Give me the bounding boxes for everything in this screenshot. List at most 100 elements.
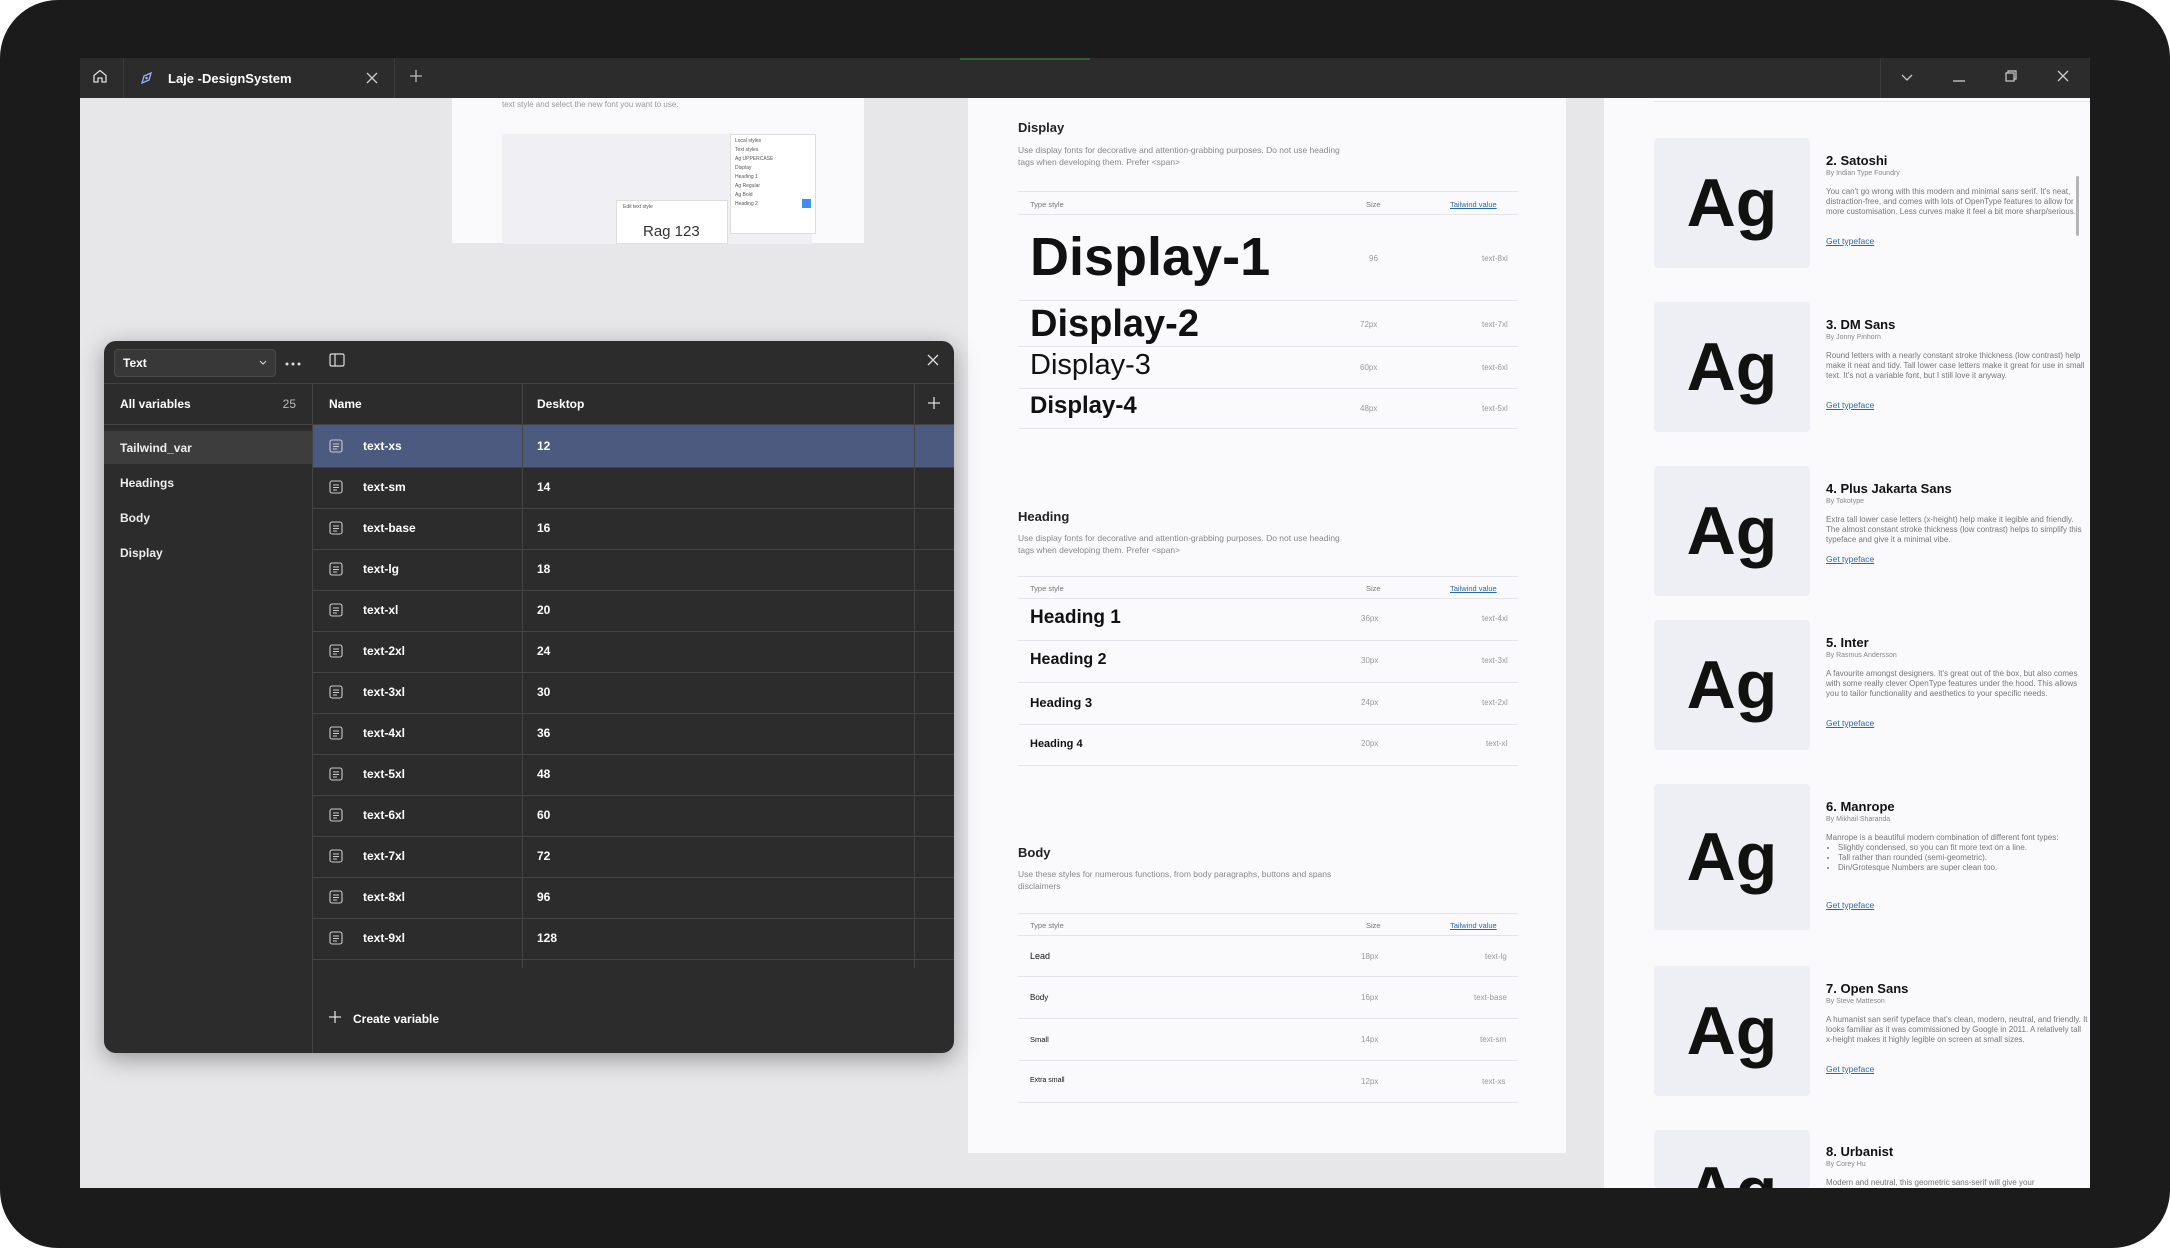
variable-name[interactable]: text-9xl <box>363 931 405 945</box>
font-author: By Steve Matteson <box>1826 998 1885 1005</box>
vertical-scrollbar[interactable] <box>2076 176 2079 236</box>
variable-row-text-4xl[interactable]: text-4xl 36 <box>313 712 954 755</box>
text-variable-icon <box>329 439 343 453</box>
display-col-type: Type style <box>1030 200 1064 209</box>
text-variable-icon <box>329 890 343 904</box>
variable-value[interactable]: 60 <box>537 808 550 822</box>
get-typeface-link[interactable]: Get typeface <box>1826 900 1874 910</box>
get-typeface-link[interactable]: Get typeface <box>1826 554 1874 564</box>
divider <box>1018 976 1518 977</box>
create-variable-button[interactable]: Create variable <box>329 1010 439 1028</box>
variable-row-text-5xl[interactable]: text-5xl 48 <box>313 753 954 796</box>
font-author: By Rasmus Andersson <box>1826 652 1897 659</box>
variable-name[interactable]: text-lg <box>363 562 399 576</box>
font-desc: Modern and neutral, this geometric sans-… <box>1826 1178 2035 1187</box>
get-typeface-link[interactable]: Get typeface <box>1826 400 1874 410</box>
variable-name[interactable]: text-sm <box>363 480 406 494</box>
toggle-sidebar-button[interactable] <box>326 351 348 373</box>
heading-col-tailwind[interactable]: Tailwind value <box>1450 584 1497 593</box>
add-mode-button[interactable] <box>914 384 954 425</box>
variable-value[interactable]: 36 <box>537 726 550 740</box>
tab-laje-designsystem[interactable]: Laje -DesignSystem <box>123 58 395 98</box>
variable-row-text-6xl[interactable]: text-6xl 60 <box>313 794 954 837</box>
mini-edit-title: Edit text style <box>623 204 653 210</box>
variable-row-text-base[interactable]: text-base 16 <box>313 507 954 550</box>
variable-value[interactable]: 14 <box>537 480 550 494</box>
display-2-tw: text-7xl <box>1482 320 1508 329</box>
variable-row-text-8xl[interactable]: text-8xl 96 <box>313 876 954 919</box>
variable-value[interactable]: 16 <box>537 521 550 535</box>
close-panel-button[interactable] <box>922 351 944 373</box>
more-options-button[interactable] <box>280 349 306 375</box>
variable-name[interactable]: text-6xl <box>363 808 405 822</box>
variables-table: Name Desktop text-xs 12 text-sm 14 text-base… <box>313 384 954 1053</box>
variable-value[interactable]: 20 <box>537 603 550 617</box>
lead-size: 18px <box>1361 952 1379 961</box>
variable-name[interactable]: text-4xl <box>363 726 405 740</box>
small-sample: Small <box>1030 1035 1049 1044</box>
body-col-tailwind[interactable]: Tailwind value <box>1450 921 1497 930</box>
variable-row-text-2xl[interactable]: text-2xl 24 <box>313 630 954 673</box>
font-preview-card: Ag <box>1654 466 1810 596</box>
group-item-tailwind-var[interactable]: Tailwind_var <box>104 431 312 464</box>
variable-value[interactable]: 12 <box>537 439 550 453</box>
variable-row-text-xs[interactable]: text-xs 12 <box>313 425 954 468</box>
variable-value[interactable]: 128 <box>537 931 557 945</box>
close-window-button[interactable] <box>2037 58 2089 98</box>
font-preview-card: Ag <box>1654 302 1810 432</box>
variable-name[interactable]: text-base <box>363 521 416 535</box>
group-label: Headings <box>120 475 175 490</box>
get-typeface-link[interactable]: Get typeface <box>1826 718 1874 728</box>
variable-row-text-lg[interactable]: text-lg 18 <box>313 548 954 591</box>
typography-frame: Display Use display fonts for decorative… <box>968 98 1566 1153</box>
heading-desc: Use display fonts for decorative and att… <box>1018 533 1340 555</box>
desktop-column-header[interactable]: Desktop <box>522 384 914 425</box>
variable-value[interactable]: 96 <box>537 890 550 904</box>
display-col-tailwind[interactable]: Tailwind value <box>1450 200 1497 209</box>
variable-row-text-sm[interactable]: text-sm 14 <box>313 466 954 509</box>
variable-row-text-9xl[interactable]: text-9xl 128 <box>313 917 954 960</box>
tabs-dropdown-button[interactable] <box>1881 58 1933 98</box>
font-name: 8. Urbanist <box>1826 1144 1894 1159</box>
mini-row: Ag Regular <box>735 183 761 189</box>
minimize-icon <box>1953 69 1965 87</box>
collection-select[interactable]: Text <box>114 349 276 377</box>
app-window: Laje -DesignSystem text style and select… <box>80 58 2090 1188</box>
font-desc: You can't go wrong with this modern and … <box>1826 187 2076 216</box>
variable-value[interactable]: 48 <box>537 767 550 781</box>
new-tab-button[interactable] <box>398 58 434 98</box>
design-canvas[interactable]: text style and select the new font you w… <box>80 98 2090 1188</box>
home-button[interactable] <box>80 58 120 98</box>
body-col-type: Type style <box>1030 921 1064 930</box>
variable-name[interactable]: text-xl <box>363 603 398 617</box>
variable-value[interactable]: 72 <box>537 849 550 863</box>
variable-value[interactable]: 30 <box>537 685 550 699</box>
variable-row-text-7xl[interactable]: text-7xl 72 <box>313 835 954 878</box>
font-name: 2. Satoshi <box>1826 153 1888 168</box>
variable-name[interactable]: text-2xl <box>363 644 405 658</box>
variable-value[interactable]: 24 <box>537 644 550 658</box>
group-item-headings[interactable]: Headings <box>104 466 312 499</box>
variable-name[interactable]: text-8xl <box>363 890 405 904</box>
variable-row-text-3xl[interactable]: text-3xl 30 <box>313 671 954 714</box>
group-item-display[interactable]: Display <box>104 536 312 569</box>
display-col-size: Size <box>1366 200 1381 209</box>
minimize-button[interactable] <box>1933 58 1985 98</box>
variable-name[interactable]: text-5xl <box>363 767 405 781</box>
name-column-header[interactable]: Name <box>313 384 522 425</box>
body-desc: Use these styles for numerous functions,… <box>1018 869 1332 891</box>
variable-name[interactable]: text-xs <box>363 439 402 453</box>
get-typeface-link[interactable]: Get typeface <box>1826 236 1874 246</box>
get-typeface-link[interactable]: Get typeface <box>1826 1064 1874 1074</box>
group-item-body[interactable]: Body <box>104 501 312 534</box>
font-preview-card: Ag <box>1654 620 1810 750</box>
variable-value[interactable]: 18 <box>537 562 550 576</box>
variable-name[interactable]: text-3xl <box>363 685 405 699</box>
font-name: 5. Inter <box>1826 635 1869 650</box>
close-tab-icon[interactable] <box>364 70 380 86</box>
variable-row-text-xl[interactable]: text-xl 20 <box>313 589 954 632</box>
variable-name[interactable]: text-7xl <box>363 849 405 863</box>
restore-button[interactable] <box>1985 58 2037 98</box>
plus-icon <box>410 69 422 87</box>
all-variables-item[interactable]: All variables 25 <box>104 384 312 425</box>
